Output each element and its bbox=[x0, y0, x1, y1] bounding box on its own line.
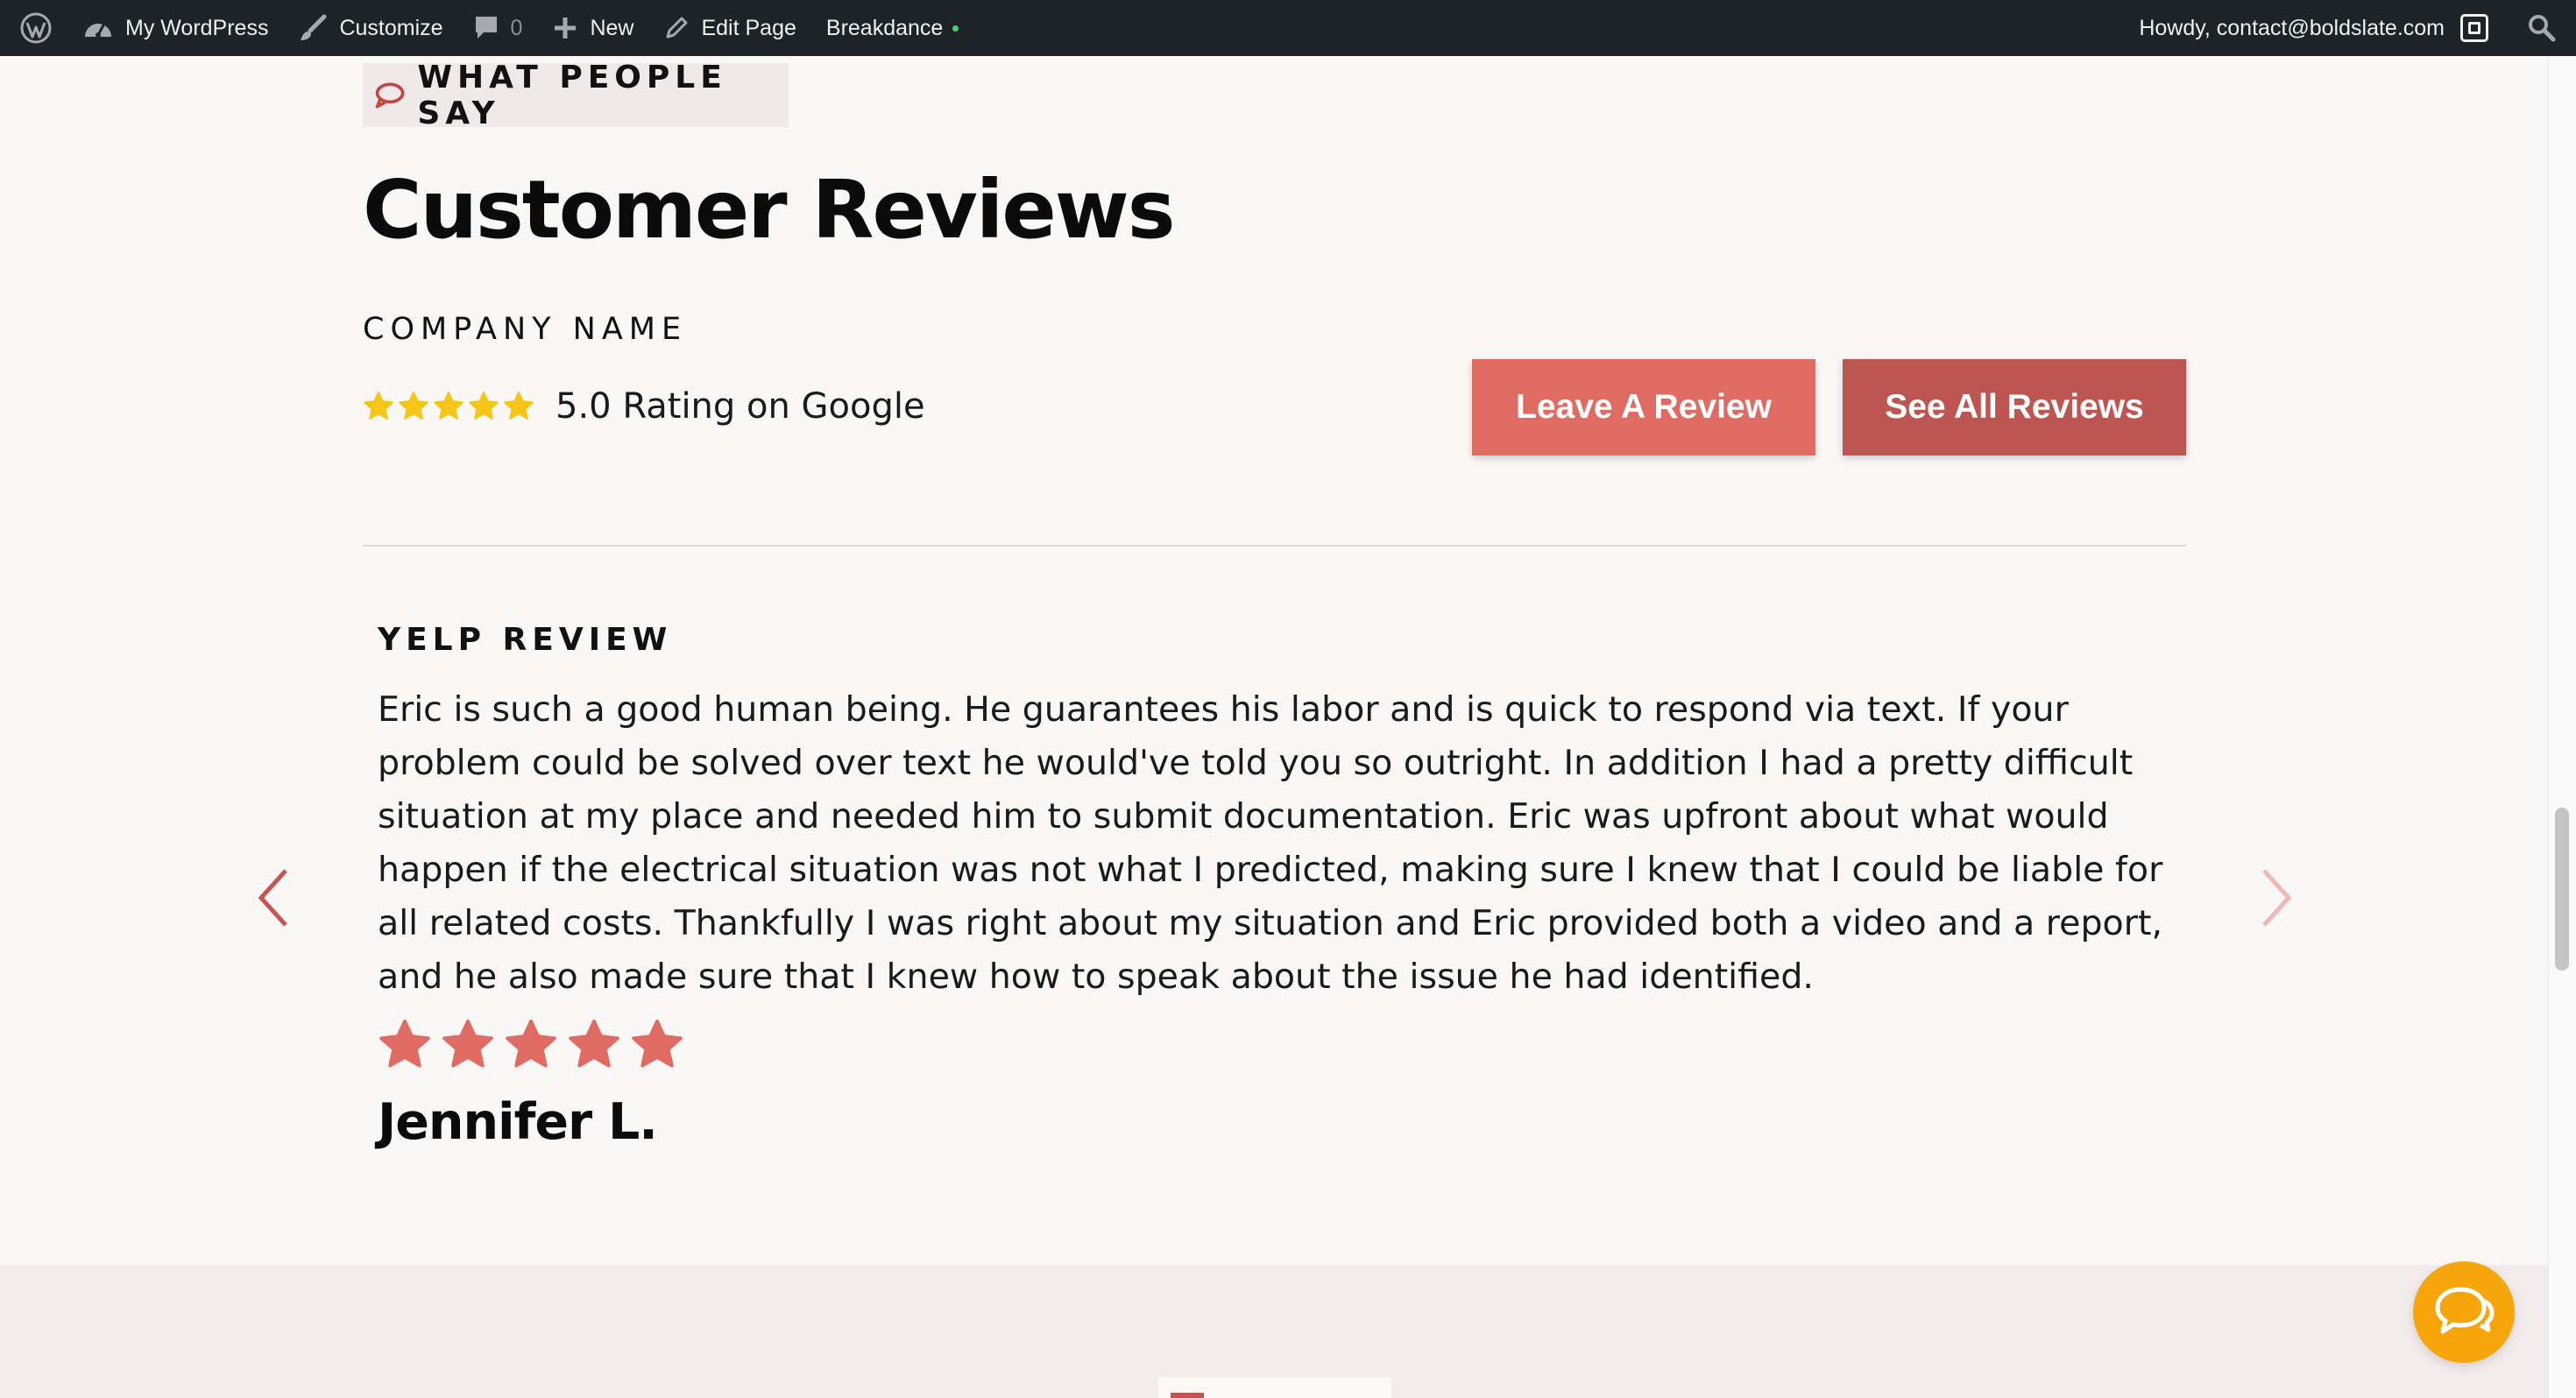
customize-label: Customize bbox=[339, 15, 443, 40]
star-icon bbox=[364, 392, 393, 420]
site-name-menu[interactable]: My WordPress bbox=[82, 14, 268, 42]
eyebrow-text: WHAT PEOPLE SAY bbox=[417, 59, 727, 131]
star-icon bbox=[399, 392, 428, 420]
review-text: Eric is such a good human being. He guar… bbox=[378, 689, 2163, 997]
rating-stars bbox=[363, 391, 534, 422]
star-icon bbox=[632, 1019, 683, 1068]
next-section-badge bbox=[1158, 1377, 1391, 1398]
scrollbar-thumb[interactable] bbox=[2555, 808, 2569, 971]
chat-icon bbox=[2435, 1287, 2495, 1334]
review-stars bbox=[378, 1018, 684, 1072]
comment-icon bbox=[475, 17, 497, 39]
search-icon[interactable] bbox=[2527, 13, 2557, 43]
rating-text: 5.0 Rating on Google bbox=[556, 386, 925, 427]
account-greeting[interactable]: Howdy, contact@boldslate.com bbox=[2139, 16, 2445, 41]
speech-bubble-icon bbox=[375, 81, 405, 109]
admin-bar: My WordPress Customize 0 New Edit Page B… bbox=[0, 0, 2576, 56]
site-name: My WordPress bbox=[125, 15, 269, 40]
wordpress-icon bbox=[20, 12, 52, 44]
pencil-icon bbox=[666, 17, 688, 39]
page-title: Customer Reviews bbox=[363, 163, 1176, 257]
company-name: COMPANY NAME bbox=[363, 312, 688, 347]
new-label: New bbox=[590, 15, 634, 40]
star-icon bbox=[379, 1019, 430, 1068]
divider bbox=[363, 545, 2186, 547]
plus-icon bbox=[555, 18, 577, 39]
new-content-menu[interactable]: New bbox=[552, 15, 633, 41]
star-icon bbox=[469, 392, 499, 420]
page: My WordPress Customize 0 New Edit Page B… bbox=[0, 0, 2576, 1398]
edit-page-link[interactable]: Edit Page bbox=[663, 15, 796, 41]
edit-page-label: Edit Page bbox=[701, 15, 796, 40]
see-all-reviews-button[interactable]: See All Reviews bbox=[1843, 359, 2186, 455]
comments-link[interactable]: 0 bbox=[473, 14, 523, 42]
brush-icon bbox=[301, 14, 327, 40]
scrollbar-track[interactable] bbox=[2548, 56, 2576, 1398]
badge-accent bbox=[1171, 1393, 1204, 1398]
breakdance-label: Breakdance bbox=[825, 15, 944, 40]
dashboard-icon bbox=[85, 23, 111, 38]
star-icon bbox=[442, 1019, 493, 1068]
eyebrow-badge: WHAT PEOPLE SAY bbox=[363, 60, 789, 131]
comments-count: 0 bbox=[510, 15, 523, 40]
breakdance-link[interactable]: Breakdance bbox=[826, 16, 959, 41]
review-source: YELP REVIEW bbox=[378, 622, 673, 658]
admin-bar-right: Howdy, contact@boldslate.com bbox=[2139, 13, 2557, 43]
avatar-inner bbox=[2468, 22, 2480, 34]
avatar[interactable] bbox=[2460, 14, 2488, 42]
status-dot bbox=[952, 25, 959, 32]
star-icon bbox=[504, 392, 534, 420]
star-icon bbox=[569, 1019, 619, 1068]
chevron-right-icon[interactable] bbox=[2255, 865, 2297, 930]
reviewer-name: Jennifer L. bbox=[378, 1093, 658, 1151]
star-icon bbox=[434, 392, 464, 420]
leave-review-button[interactable]: Leave A Review bbox=[1472, 359, 1815, 455]
wp-logo-menu[interactable] bbox=[19, 11, 53, 45]
chevron-left-icon[interactable] bbox=[252, 865, 294, 930]
google-rating: 5.0 Rating on Google bbox=[363, 385, 925, 427]
star-icon bbox=[506, 1019, 556, 1068]
chat-button[interactable] bbox=[2413, 1261, 2515, 1363]
customize-link[interactable]: Customize bbox=[298, 13, 443, 43]
